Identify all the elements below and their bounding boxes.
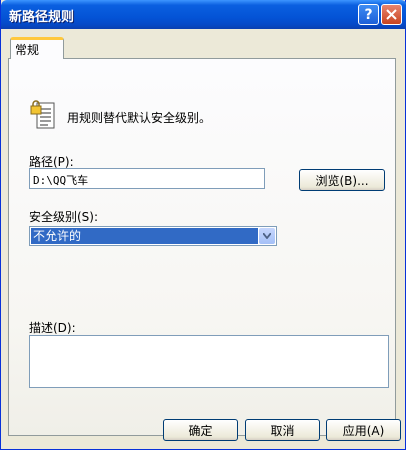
dialog-client: 常规 用规则替代默认安全级别。 路径(P): D:\QQ飞车 浏览(B)... … xyxy=(5,29,403,446)
help-button[interactable]: ? xyxy=(358,4,379,25)
close-icon xyxy=(386,9,397,20)
document-lock-icon xyxy=(30,100,55,129)
close-button[interactable] xyxy=(381,4,402,25)
info-text: 用规则替代默认安全级别。 xyxy=(67,111,212,125)
security-level-label: 安全级别(S): xyxy=(29,210,99,224)
chevron-down-icon[interactable] xyxy=(259,228,275,244)
tab-general[interactable]: 常规 xyxy=(10,37,64,59)
apply-button[interactable]: 应用(A) xyxy=(326,419,401,441)
path-input[interactable]: D:\QQ飞车 xyxy=(29,168,265,189)
title-bar[interactable]: 新路径规则 ? xyxy=(1,0,406,29)
description-field[interactable] xyxy=(29,335,389,388)
security-level-value: 不允许的 xyxy=(31,228,258,244)
cancel-button[interactable]: 取消 xyxy=(245,419,320,441)
question-icon: ? xyxy=(364,6,373,23)
dialog-window: 新路径规则 ? 常规 用规则替代默认安全级别。 路径(P): D:\QQ飞车 浏… xyxy=(0,0,406,450)
window-title: 新路径规则 xyxy=(9,10,75,25)
ok-button[interactable]: 确定 xyxy=(163,419,238,441)
description-label: 描述(D): xyxy=(29,321,76,335)
security-level-select[interactable]: 不允许的 xyxy=(29,226,277,246)
tab-panel: 用规则替代默认安全级别。 路径(P): D:\QQ飞车 浏览(B)... 安全级… xyxy=(8,58,396,436)
browse-button[interactable]: 浏览(B)... xyxy=(299,169,385,191)
